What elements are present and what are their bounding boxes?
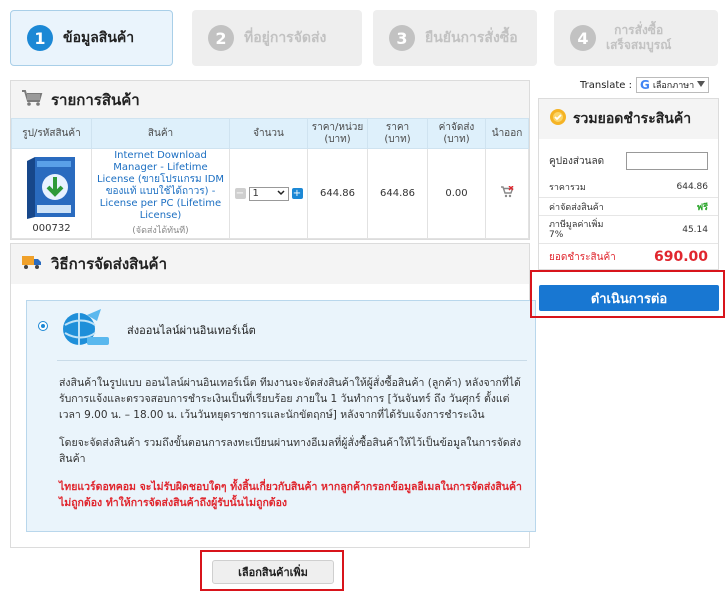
subtotal-label: ราคารวม xyxy=(549,182,586,193)
total-row: ยอดชำระสินค้า 690.00 xyxy=(539,244,718,270)
col-image-code: รูป/รหัสสินค้า xyxy=(11,118,92,149)
step-label: การสั่งซื้อ เสร็จสมบูรณ์ xyxy=(606,23,671,53)
col-product: สินค้า xyxy=(91,118,230,149)
increase-quantity-button[interactable]: + xyxy=(291,188,303,199)
step-number: 4 xyxy=(570,25,596,51)
col-price-label: ราคา xyxy=(385,121,410,133)
product-code: 000732 xyxy=(32,223,71,234)
decrease-quantity-button[interactable]: − xyxy=(234,188,246,199)
vat-value: 45.14 xyxy=(682,224,708,235)
cart-table: รูป/รหัสสินค้า สินค้า จำนวน ราคา/หน่วย (บ… xyxy=(11,118,529,239)
quantity-select[interactable]: 1 xyxy=(248,186,289,201)
product-name-cell: Internet Download Manager - Lifetime Lic… xyxy=(91,148,230,239)
shipping-header: วิธีการจัดส่งสินค้า xyxy=(11,244,529,284)
step-shipping-address: 2 ที่อยู่การจัดส่ง xyxy=(192,10,362,66)
translate-label: Translate : xyxy=(580,79,632,91)
step-product-info[interactable]: 1 ข้อมูลสินค้า xyxy=(10,10,173,66)
quantity-value: 1 xyxy=(252,188,259,199)
subtotal-value: 644.86 xyxy=(676,181,709,192)
shipping-fee-row: ค่าจัดส่งสินค้า ฟรี xyxy=(539,198,718,216)
vat-label: ภาษีมูลค่าเพิ่ม 7% xyxy=(549,219,604,240)
chevron-down-icon xyxy=(697,80,706,90)
remove-from-cart-icon[interactable] xyxy=(500,185,514,201)
table-row: 000732 Internet Download Manager - Lifet… xyxy=(11,148,529,239)
product-image-cell: 000732 xyxy=(11,148,92,239)
order-summary-panel: รวมยอดชำระสินค้า คูปองส่วนลด ราคารวม 644… xyxy=(538,98,719,270)
summary-header: รวมยอดชำระสินค้า xyxy=(539,99,718,139)
col-shipping-label: ค่าจัดส่ง xyxy=(438,121,475,133)
step-label-line1: การสั่งซื้อ xyxy=(614,23,664,37)
coupon-input[interactable] xyxy=(626,152,708,170)
col-unit-price-unit: (บาท) xyxy=(324,133,351,145)
checkout-steps: 1 ข้อมูลสินค้า 2 ที่อยู่การจัดส่ง 3 ยืนย… xyxy=(10,10,718,66)
coupon-label: คูปองส่วนลด xyxy=(549,155,605,167)
divider xyxy=(57,360,527,361)
remove-cell xyxy=(485,148,529,239)
step-confirm-order: 3 ยืนยันการสั่งซื้อ xyxy=(373,10,537,66)
continue-button[interactable]: ดำเนินการต่อ xyxy=(539,285,719,311)
price-cell: 644.86 xyxy=(367,148,428,239)
online-delivery-logo-icon xyxy=(57,307,111,349)
step-label-line2: เสร็จสมบูรณ์ xyxy=(606,38,672,52)
delivery-truck-icon xyxy=(21,254,43,274)
shipping-email-note: โดยจะจัดส่งสินค้า รวมถึงขั้นตอนการลงทะเบ… xyxy=(59,437,522,465)
col-shipping-unit: (บาท) xyxy=(443,133,470,145)
col-quantity: จำนวน xyxy=(229,118,308,149)
shipping-cost-cell: 0.00 xyxy=(427,148,486,239)
product-name-link[interactable]: Internet Download Manager - Lifetime Lic… xyxy=(96,150,225,222)
step-label: ข้อมูลสินค้า xyxy=(63,29,135,46)
total-value: 690.00 xyxy=(653,249,708,265)
step-label: ที่อยู่การจัดส่ง xyxy=(244,29,327,46)
google-logo-icon: G xyxy=(639,78,650,92)
col-shipping: ค่าจัดส่ง (บาท) xyxy=(427,118,486,149)
quantity-stepper: − 1 + xyxy=(230,186,307,201)
cart-title: รายการสินค้า xyxy=(51,90,140,109)
col-remove: นำออก xyxy=(485,118,529,149)
shipping-option-box: ส่งออนไลน์ผ่านอินเทอร์เน็ต ส่งสินค้าในรู… xyxy=(26,300,536,532)
summary-title: รวมยอดชำระสินค้า xyxy=(573,111,692,127)
step-number: 3 xyxy=(389,25,415,51)
shipping-description: ส่งสินค้าในรูปแบบ ออนไลน์ผ่านอินเทอร์เน็… xyxy=(59,377,521,421)
col-unit-price: ราคา/หน่วย (บาท) xyxy=(307,118,368,149)
step-label: ยืนยันการสั่งซื้อ xyxy=(425,29,518,46)
chevron-down-icon xyxy=(276,188,285,199)
cart-header: รายการสินค้า xyxy=(11,81,529,118)
language-select-value: เลือกภาษา xyxy=(652,81,695,91)
step-number: 2 xyxy=(208,25,234,51)
coupon-row: คูปองส่วนลด xyxy=(539,146,718,176)
shipping-online-radio[interactable] xyxy=(38,321,48,331)
shipping-title: วิธีการจัดส่งสินค้า xyxy=(51,255,168,273)
quantity-cell: − 1 + xyxy=(229,148,308,239)
cart-panel: รายการสินค้า รูป/รหัสสินค้า สินค้า จำนวน… xyxy=(10,80,530,240)
col-unit-price-label: ราคา/หน่วย xyxy=(311,121,364,133)
translate-widget: Translate : G เลือกภาษา xyxy=(580,77,710,93)
total-label: ยอดชำระสินค้า xyxy=(549,251,616,263)
language-select[interactable]: G เลือกภาษา xyxy=(635,77,710,93)
shipping-fee-label: ค่าจัดส่งสินค้า xyxy=(549,202,604,213)
select-more-products-button[interactable]: เลือกสินค้าเพิ่ม xyxy=(212,560,334,584)
vat-row: ภาษีมูลค่าเพิ่ม 7% 45.14 xyxy=(539,216,718,244)
col-price: ราคา (บาท) xyxy=(367,118,428,149)
shipping-method-panel: วิธีการจัดส่งสินค้า ส่งออนไลน์ผ่านอินเทอ… xyxy=(10,243,536,548)
subtotal-row: ราคารวม 644.86 xyxy=(539,176,718,198)
unit-price-cell: 644.86 xyxy=(307,148,368,239)
shipping-method-label: ส่งออนไลน์ผ่านอินเทอร์เน็ต xyxy=(127,324,256,337)
shipping-warning: ไทยแวร์ดอทคอม จะไม่รับผิดชอบใดๆ ทั้งสิ้น… xyxy=(59,481,522,509)
step-complete: 4 การสั่งซื้อ เสร็จสมบูรณ์ xyxy=(554,10,718,66)
shopping-cart-icon xyxy=(21,89,43,111)
table-header-row: รูป/รหัสสินค้า สินค้า จำนวน ราคา/หน่วย (บ… xyxy=(11,118,529,149)
product-availability-note: (จัดส่งได้ทันที) xyxy=(132,226,189,236)
shipping-fee-value: ฟรี xyxy=(696,202,708,213)
payment-badge-icon xyxy=(549,108,567,130)
col-price-unit: (บาท) xyxy=(384,133,411,145)
product-box-image[interactable] xyxy=(17,153,87,221)
step-number: 1 xyxy=(27,25,53,51)
